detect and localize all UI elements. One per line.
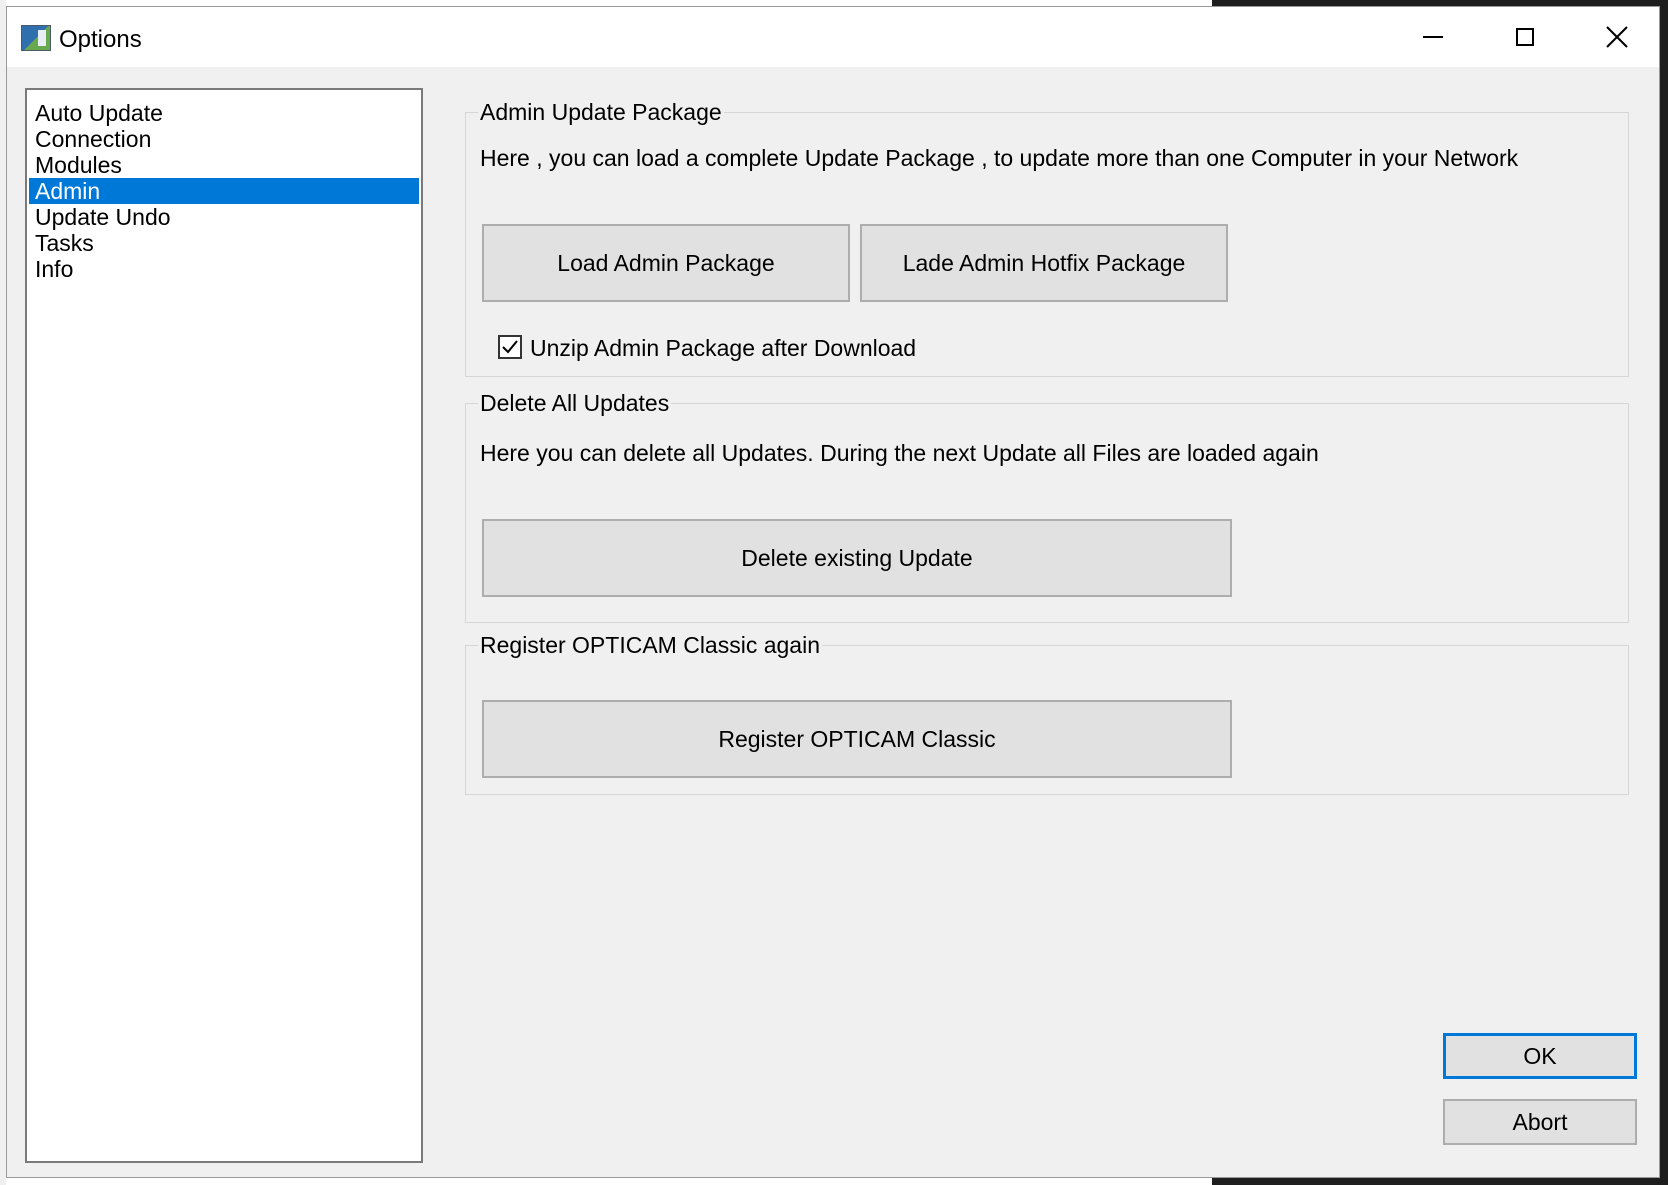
- abort-button[interactable]: Abort: [1443, 1099, 1637, 1145]
- nav-item-auto-update[interactable]: Auto Update: [29, 100, 419, 126]
- title-bar[interactable]: Options: [7, 7, 1659, 67]
- admin-package-description: Here , you can load a complete Update Pa…: [480, 145, 1519, 171]
- load-admin-package-button[interactable]: Load Admin Package: [482, 224, 850, 302]
- nav-item-connection[interactable]: Connection: [29, 126, 419, 152]
- ok-button[interactable]: OK: [1443, 1033, 1637, 1079]
- minimize-button[interactable]: [1387, 7, 1479, 67]
- load-admin-hotfix-package-button[interactable]: Lade Admin Hotfix Package: [860, 224, 1228, 302]
- admin-package-group: Admin Update Package Here , you can load…: [465, 99, 1629, 377]
- delete-updates-description: Here you can delete all Updates. During …: [480, 440, 1319, 466]
- window-title: Options: [59, 26, 142, 53]
- nav-item-admin[interactable]: Admin: [29, 178, 419, 204]
- close-icon: [1606, 26, 1628, 48]
- checkmark-icon: [502, 340, 518, 354]
- nav-item-modules[interactable]: Modules: [29, 152, 419, 178]
- register-group: Register OPTICAM Classic again Register …: [465, 632, 1629, 795]
- app-icon: [21, 25, 51, 51]
- unzip-checkbox[interactable]: [498, 335, 522, 359]
- delete-updates-group: Delete All Updates Here you can delete a…: [465, 390, 1629, 623]
- nav-item-tasks[interactable]: Tasks: [29, 230, 419, 256]
- maximize-button[interactable]: [1479, 7, 1571, 67]
- register-opticam-button[interactable]: Register OPTICAM Classic: [482, 700, 1232, 778]
- unzip-label[interactable]: Unzip Admin Package after Download: [530, 335, 916, 362]
- delete-existing-update-button[interactable]: Delete existing Update: [482, 519, 1232, 597]
- admin-package-title: Admin Update Package: [478, 99, 724, 126]
- delete-updates-title: Delete All Updates: [478, 390, 672, 417]
- maximize-icon: [1516, 28, 1534, 46]
- register-title: Register OPTICAM Classic again: [478, 632, 822, 659]
- nav-item-update-undo[interactable]: Update Undo: [29, 204, 419, 230]
- minimize-icon: [1423, 36, 1443, 38]
- options-category-list[interactable]: Auto Update Connection Modules Admin Upd…: [25, 88, 423, 1163]
- options-dialog: Options Auto Update Connection Modules A…: [6, 6, 1660, 1178]
- close-button[interactable]: [1571, 7, 1663, 67]
- nav-item-info[interactable]: Info: [29, 256, 419, 282]
